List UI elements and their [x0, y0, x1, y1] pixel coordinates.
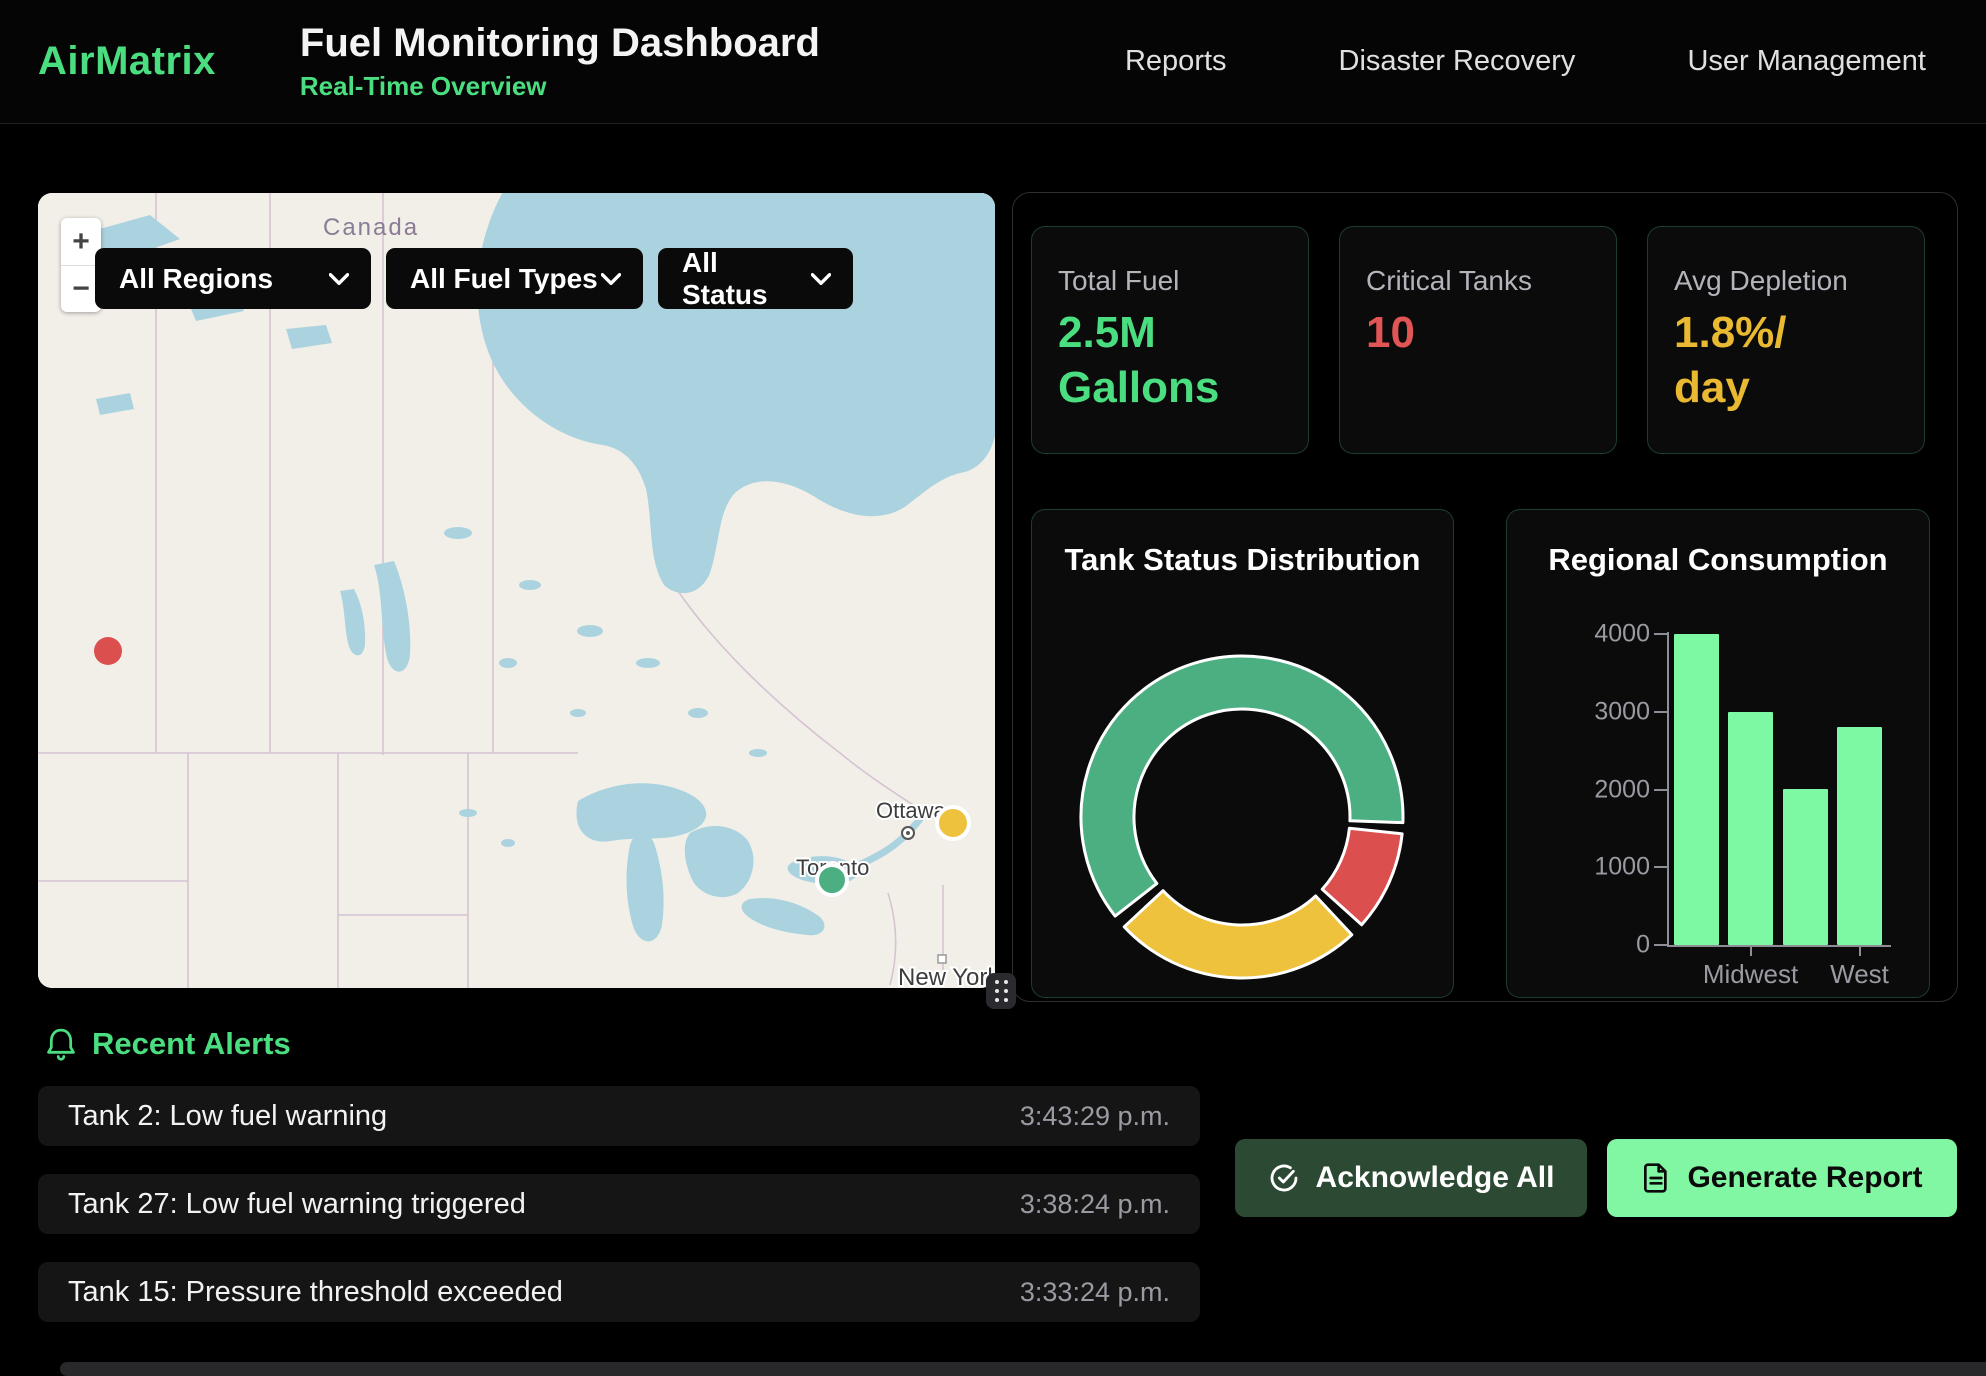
alert-message: Tank 27: Low fuel warning triggered — [68, 1188, 526, 1221]
acknowledge-all-button[interactable]: Acknowledge All — [1235, 1139, 1587, 1217]
y-tick-label: 4000 — [1565, 620, 1650, 649]
y-tick-mark — [1654, 944, 1667, 946]
alert-message: Tank 15: Pressure threshold exceeded — [68, 1276, 563, 1309]
y-tick-label: 1000 — [1565, 853, 1650, 882]
document-icon — [1641, 1162, 1671, 1194]
y-tick-mark — [1654, 789, 1667, 791]
bell-icon — [44, 1026, 78, 1062]
alert-row[interactable]: Tank 15: Pressure threshold exceeded 3:3… — [38, 1262, 1200, 1322]
y-tick-label: 3000 — [1565, 697, 1650, 726]
bar-region-4[interactable] — [1837, 727, 1882, 945]
alert-row[interactable]: Tank 2: Low fuel warning 3:43:29 p.m. — [38, 1086, 1200, 1146]
page-subtitle: Real-Time Overview — [300, 71, 820, 102]
x-axis — [1667, 945, 1891, 947]
tank-marker-warning[interactable] — [935, 805, 971, 841]
dashboard-root: AirMatrix Fuel Monitoring Dashboard Real… — [0, 0, 1986, 1376]
bar-region-1[interactable] — [1674, 634, 1719, 945]
chart-title: Tank Status Distribution — [1032, 542, 1453, 578]
kpi-label: Total Fuel — [1058, 265, 1282, 297]
check-circle-icon — [1268, 1162, 1300, 1194]
recent-alerts-title: Recent Alerts — [92, 1026, 291, 1062]
nav-reports[interactable]: Reports — [1125, 45, 1227, 78]
region-filter-value: All Regions — [119, 263, 273, 295]
header: AirMatrix Fuel Monitoring Dashboard Real… — [0, 0, 1986, 124]
y-tick-mark — [1654, 711, 1667, 713]
bar-region-2[interactable] — [1728, 712, 1773, 945]
page-title: Fuel Monitoring Dashboard — [300, 21, 820, 66]
kpi-value: 1.8%/day — [1674, 305, 1794, 415]
y-tick-label: 2000 — [1565, 775, 1650, 804]
alert-message: Tank 2: Low fuel warning — [68, 1100, 387, 1133]
regional-consumption-chart-card: Regional Consumption 0 1000 2000 3000 40… — [1506, 509, 1930, 998]
fuel-type-filter-dropdown[interactable]: All Fuel Types — [386, 248, 643, 309]
kpi-card-total-fuel: Total Fuel 2.5M Gallons — [1031, 226, 1309, 454]
kpi-label: Critical Tanks — [1366, 265, 1590, 297]
recent-alerts-header: Recent Alerts — [44, 1026, 291, 1062]
new-york-town-icon — [938, 955, 946, 963]
fuel-type-filter-value: All Fuel Types — [410, 263, 598, 295]
chevron-down-icon — [811, 273, 831, 285]
map-panel: Canada Ottawa Toronto New York + − All R… — [38, 193, 995, 988]
x-tick-mark — [1859, 947, 1861, 956]
x-tick-label: Midwest — [1703, 959, 1798, 990]
tank-marker-normal[interactable] — [815, 863, 849, 897]
nav-user-management[interactable]: User Management — [1687, 45, 1926, 78]
chevron-down-icon — [601, 273, 621, 285]
region-filter-dropdown[interactable]: All Regions — [95, 248, 371, 309]
resize-handle-icon[interactable] — [986, 973, 1016, 1009]
horizontal-scrollbar[interactable] — [60, 1362, 1986, 1376]
donut-chart[interactable] — [1072, 647, 1412, 987]
alert-timestamp: 3:43:29 p.m. — [1020, 1101, 1170, 1132]
y-tick-mark — [1654, 866, 1667, 868]
y-tick-label: 0 — [1565, 931, 1650, 960]
kpi-value: 10 — [1366, 305, 1536, 360]
alert-timestamp: 3:38:24 p.m. — [1020, 1189, 1170, 1220]
brand-logo: AirMatrix — [38, 39, 216, 84]
alert-row[interactable]: Tank 27: Low fuel warning triggered 3:38… — [38, 1174, 1200, 1234]
x-tick-label: West — [1830, 959, 1889, 990]
status-filter-dropdown[interactable]: All Status — [658, 248, 853, 309]
label-canada: Canada — [323, 214, 419, 241]
tank-status-chart-card: Tank Status Distribution — [1031, 509, 1454, 998]
kpi-card-avg-depletion: Avg Depletion 1.8%/day — [1647, 226, 1925, 454]
alert-timestamp: 3:33:24 p.m. — [1020, 1277, 1170, 1308]
x-tick-mark — [1750, 947, 1752, 956]
bar-chart[interactable]: 0 1000 2000 3000 4000 Midwest West — [1507, 510, 1929, 997]
kpi-label: Avg Depletion — [1674, 265, 1898, 297]
main-nav: Reports Disaster Recovery User Managemen… — [1125, 45, 1926, 78]
map-canvas[interactable]: Canada Ottawa Toronto New York — [38, 193, 995, 988]
tank-marker-critical[interactable] — [94, 637, 122, 665]
y-tick-mark — [1654, 633, 1667, 635]
donut-segment-warning[interactable] — [1124, 891, 1352, 978]
status-filter-value: All Status — [682, 247, 811, 311]
generate-report-button[interactable]: Generate Report — [1607, 1139, 1957, 1217]
kpi-value: 2.5M Gallons — [1058, 305, 1248, 415]
acknowledge-all-label: Acknowledge All — [1316, 1161, 1555, 1195]
generate-report-label: Generate Report — [1687, 1161, 1922, 1195]
map-filters: All Regions All Fuel Types All Status — [95, 248, 853, 309]
nav-disaster-recovery[interactable]: Disaster Recovery — [1339, 45, 1576, 78]
bar-region-3[interactable] — [1783, 789, 1828, 945]
donut-segment-critical[interactable] — [1322, 828, 1402, 924]
label-new-york: New York — [898, 964, 995, 988]
title-block: Fuel Monitoring Dashboard Real-Time Over… — [300, 21, 820, 102]
y-axis — [1667, 632, 1669, 947]
stats-panel: Total Fuel 2.5M Gallons Critical Tanks 1… — [1012, 192, 1958, 1002]
chevron-down-icon — [329, 273, 349, 285]
kpi-card-critical-tanks: Critical Tanks 10 — [1339, 226, 1617, 454]
ottawa-town-icon — [902, 827, 914, 839]
